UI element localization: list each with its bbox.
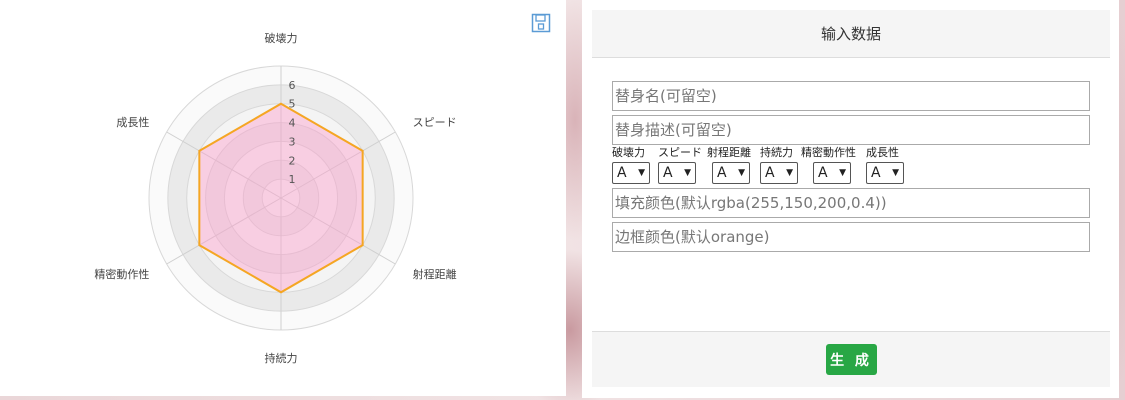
panel-footer: 生 成 — [592, 331, 1110, 387]
fill-color-input[interactable] — [612, 188, 1090, 218]
range-select[interactable]: A ▼ — [712, 162, 750, 184]
attribute-label: スピード — [658, 146, 702, 159]
stand-name-input[interactable] — [612, 81, 1090, 111]
dropdown-arrow-icon: ▼ — [684, 168, 691, 178]
dropdown-arrow-icon: ▼ — [738, 168, 745, 178]
dropdown-arrow-icon: ▼ — [892, 168, 899, 178]
attribute-precision: 精密動作性 A ▼ — [801, 146, 856, 184]
radar-tick-label: 2 — [289, 154, 296, 167]
attribute-label: 破壊力 — [612, 146, 645, 159]
border-color-input[interactable] — [612, 222, 1090, 252]
dropdown-arrow-icon: ▼ — [786, 168, 793, 178]
radar-category-label: 射程距離 — [413, 267, 457, 281]
input-panel: 输入数据 破壊力 A▼ スピード A▼ 射程距離 A▼ 持続力 A▼ 精密動作性… — [582, 0, 1119, 398]
attribute-speed: スピード A ▼ — [658, 146, 702, 184]
stand-description-input[interactable] — [612, 115, 1090, 145]
attribute-potential: 成長性 A ▼ — [866, 146, 904, 184]
potential-select[interactable]: A ▼ — [866, 162, 904, 184]
panel-title: 输入数据 — [592, 10, 1110, 58]
radar-tick-label: 1 — [289, 173, 296, 186]
attribute-label: 射程距離 — [707, 146, 751, 159]
attribute-label: 精密動作性 — [801, 146, 856, 159]
dropdown-arrow-icon: ▼ — [839, 168, 846, 178]
speed-select[interactable]: A ▼ — [658, 162, 696, 184]
radar-category-label: 持続力 — [265, 351, 298, 365]
generate-button[interactable]: 生 成 — [825, 344, 877, 375]
attribute-power: 破壊力 A ▼ — [612, 146, 650, 184]
attribute-durability: 持続力 A ▼ — [760, 146, 798, 184]
radar-tick-label: 6 — [289, 79, 296, 92]
radar-chart: 1 2 3 4 5 6 破壊力スピード射程距離持続力 精密動作性 成長性 — [94, 31, 457, 365]
radar-chart-panel: 1 2 3 4 5 6 破壊力スピード射程距離持続力 精密動作性 成長性 — [0, 0, 566, 396]
durability-select[interactable]: A ▼ — [760, 162, 798, 184]
dropdown-arrow-icon: ▼ — [638, 168, 645, 178]
power-select[interactable]: A ▼ — [612, 162, 650, 184]
attribute-range: 射程距離 A ▼ — [707, 146, 751, 184]
radar-tick-label: 5 — [289, 98, 296, 111]
radar-category-label: 成長性 — [116, 115, 149, 129]
attribute-label: 持続力 — [760, 146, 793, 159]
radar-category-label: 精密動作性 — [94, 267, 149, 281]
radar-category-label: 破壊力 — [265, 31, 298, 45]
radar-tick-label: 4 — [289, 117, 296, 130]
precision-select[interactable]: A ▼ — [813, 162, 851, 184]
radar-tick-label: 3 — [289, 135, 296, 148]
attribute-label: 成長性 — [866, 146, 899, 159]
radar-category-label: スピード — [413, 116, 457, 129]
